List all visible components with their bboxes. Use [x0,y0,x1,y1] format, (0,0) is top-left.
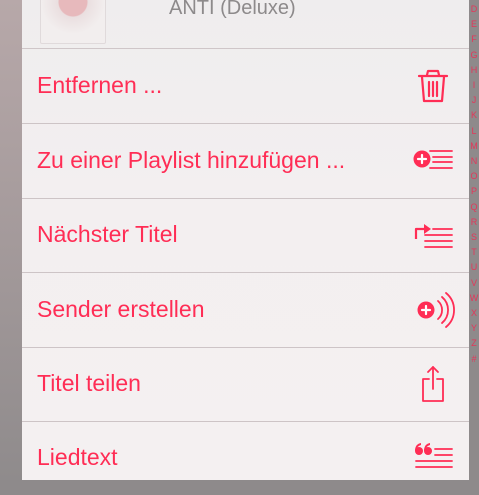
index-letter[interactable]: O [469,169,479,184]
album-title: ANTI (Deluxe) [169,0,296,19]
index-letter[interactable]: Q [469,200,479,215]
index-letter[interactable]: Z [469,336,479,351]
add-to-playlist-icon [413,150,453,169]
index-letter[interactable]: # [469,352,479,367]
index-letter[interactable]: U [469,260,479,275]
album-cover [40,0,106,44]
index-letter[interactable]: M [469,139,479,154]
song-header: ANTI (Deluxe) [22,0,469,49]
share-label: Titel teilen [37,370,141,396]
index-letter[interactable]: S [469,230,479,245]
lyrics-label: Liedtext [37,444,118,470]
index-letter[interactable]: F [469,32,479,47]
create-station-icon [417,292,455,328]
index-letter[interactable]: V [469,276,479,291]
create-station-button[interactable]: Sender erstellen [22,273,469,348]
play-next-icon [414,224,453,248]
create-station-label: Sender erstellen [37,296,205,322]
index-letter[interactable]: L [469,124,479,139]
play-next-label: Nächster Titel [37,221,178,247]
index-letter[interactable]: I [469,78,479,93]
index-letter[interactable]: G [469,48,479,63]
trash-icon [417,69,449,103]
index-letter[interactable]: D [469,2,479,17]
play-next-button[interactable]: Nächster Titel [22,198,469,273]
lyrics-icon [415,443,453,468]
index-letter[interactable]: H [469,63,479,78]
add-to-playlist-label: Zu einer Playlist hinzufügen ... [37,147,346,173]
dimmed-background-left [0,0,22,480]
remove-label: Entfernen ... [37,72,163,98]
index-letter[interactable]: J [469,93,479,108]
lyrics-button[interactable]: Liedtext [22,421,469,495]
add-to-playlist-button[interactable]: Zu einer Playlist hinzufügen ... [22,124,469,199]
index-letter[interactable]: W [469,291,479,306]
index-letter[interactable]: E [469,17,479,32]
index-letter[interactable]: T [469,245,479,260]
index-letter[interactable]: Y [469,321,479,336]
index-letter[interactable]: K [469,108,479,123]
action-sheet: ANTI (Deluxe) Entfernen ... Zu einer Pla… [22,0,469,480]
index-letter[interactable]: P [469,184,479,199]
share-icon [422,366,444,402]
index-letter[interactable]: R [469,215,479,230]
remove-button[interactable]: Entfernen ... [22,49,469,124]
share-button[interactable]: Titel teilen [22,347,469,422]
index-letter[interactable]: X [469,306,479,321]
section-index[interactable]: D E F G H I J K L M N O P Q R S T U V W … [469,0,479,482]
index-letter[interactable]: N [469,154,479,169]
